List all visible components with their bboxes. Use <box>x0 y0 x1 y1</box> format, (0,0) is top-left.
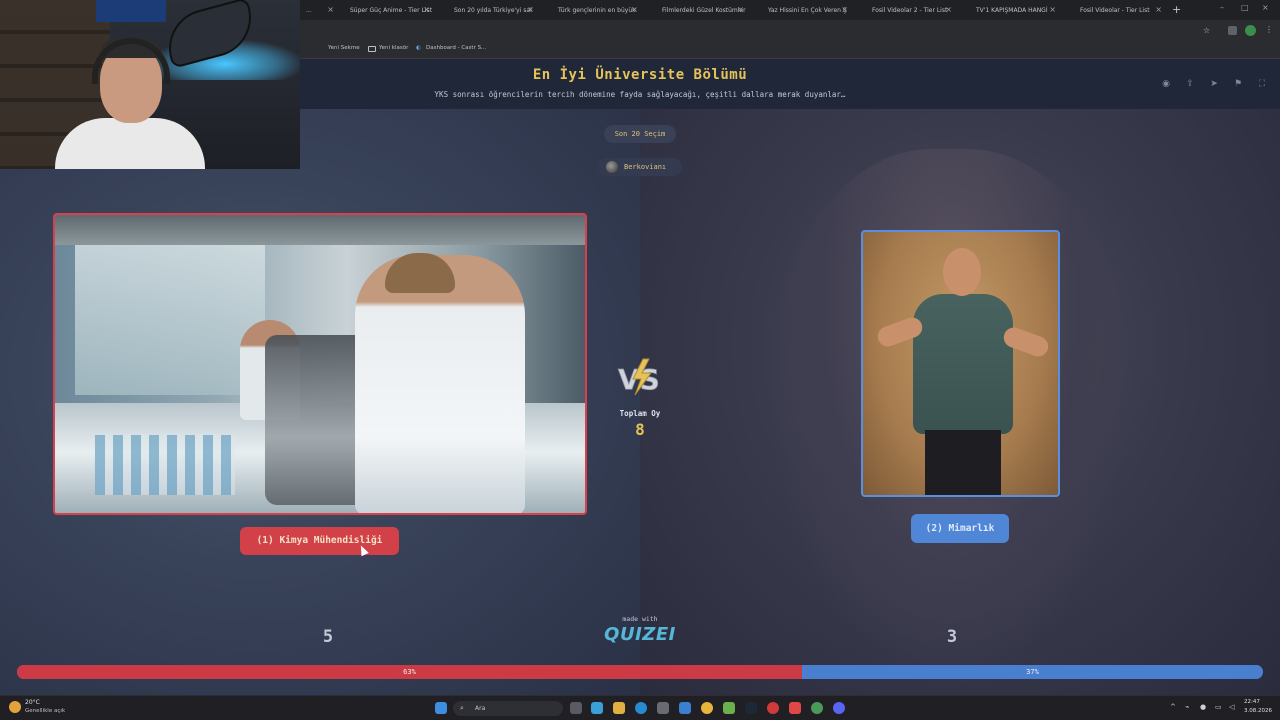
display-icon[interactable]: ▭ <box>1215 703 1222 711</box>
left-vote-count: 5 <box>322 627 334 647</box>
page-title: En İyi Üniversite Bölümü <box>532 67 748 83</box>
close-icon[interactable]: × <box>737 5 744 14</box>
clock-date[interactable]: 3.08.2026 <box>1244 708 1272 714</box>
browser-tab[interactable]: ... × <box>300 0 338 20</box>
left-progress-fill: 63% <box>17 665 802 679</box>
right-progress-fill: 37% <box>802 665 1263 679</box>
task-view-icon[interactable] <box>570 702 582 714</box>
window-close-icon[interactable]: × <box>1262 3 1269 12</box>
close-icon[interactable]: × <box>631 5 638 14</box>
browser-tab[interactable]: Türk gençlerinin en büyük × <box>552 0 642 20</box>
flag-icon[interactable]: ⚑ <box>1230 76 1246 92</box>
bookmark-item[interactable]: Dashboard - Castr S... <box>426 45 486 51</box>
store-icon[interactable] <box>657 702 669 714</box>
browser-tab[interactable]: Filmlerdeki Güzel Kostümler × <box>656 0 748 20</box>
tab-label: Fosil Videolar 2 - Tier List <box>872 6 948 14</box>
close-icon[interactable]: × <box>1049 5 1056 14</box>
close-icon[interactable]: × <box>327 5 334 14</box>
close-icon[interactable]: × <box>945 5 952 14</box>
star-icon[interactable]: ☆ <box>1203 26 1210 35</box>
browser-tab[interactable]: Son 20 yılda Türkiye'yi sal × <box>448 0 538 20</box>
maximize-icon[interactable]: □ <box>1241 3 1249 12</box>
os-taskbar: 20°C Genellikle açık Ara ⌕ ^ ⌁ ● ▭ ◁ 22:… <box>0 695 1280 720</box>
right-option-image[interactable] <box>861 230 1060 497</box>
send-icon[interactable]: ➤ <box>1206 76 1222 92</box>
obs-icon[interactable] <box>767 702 779 714</box>
volume-icon[interactable]: ◁ <box>1229 703 1234 711</box>
tab-label: Fosil Videolar - Tier List <box>1080 6 1150 14</box>
app-icon[interactable] <box>723 702 735 714</box>
new-tab-icon[interactable]: + <box>1172 3 1181 16</box>
discord-icon[interactable] <box>833 702 845 714</box>
tray-chevron-icon[interactable]: ^ <box>1170 703 1176 711</box>
right-vote-count: 3 <box>946 627 958 647</box>
browser-tab[interactable]: TV'1 KAPIŞMADA HANGİ × <box>970 0 1060 20</box>
tab-label: Süper Güç Anime - Tier List <box>350 6 432 14</box>
author-name: Berkovianı <box>624 163 667 171</box>
tab-label: TV'1 KAPIŞMADA HANGİ <box>976 6 1048 14</box>
close-icon[interactable]: × <box>527 5 534 14</box>
avatar <box>606 161 618 173</box>
clock-time[interactable]: 22:47 <box>1244 699 1260 705</box>
round-badge: Son 20 Seçim <box>604 125 676 143</box>
fullscreen-icon[interactable]: ⛶ <box>1254 76 1270 92</box>
close-icon[interactable]: × <box>841 5 848 14</box>
tab-label: Son 20 yılda Türkiye'yi sal <box>454 6 532 14</box>
edge-icon[interactable] <box>635 702 647 714</box>
start-icon[interactable] <box>435 702 447 714</box>
search-placeholder: Ara <box>475 705 486 712</box>
weather-temperature: 20°C <box>25 699 40 706</box>
profile-avatar[interactable] <box>1245 25 1256 36</box>
bookmark-item[interactable]: Yeni klasör <box>379 45 408 51</box>
versus-icon: VS <box>618 358 660 396</box>
brand-logo[interactable]: QUIZEI <box>595 624 685 645</box>
left-percent: 63% <box>403 668 416 676</box>
page-subtitle: YKS sonrası öğrencilerin tercih dönemine… <box>434 90 846 99</box>
menu-icon[interactable]: ⋮ <box>1265 25 1273 34</box>
network-icon[interactable]: ⌁ <box>1185 703 1189 711</box>
bookmark-item[interactable]: Yeni Sekme <box>328 45 360 51</box>
left-option-button[interactable]: (1) Kimya Mühendisliği <box>240 527 399 555</box>
weather-icon[interactable] <box>9 701 21 713</box>
weather-description: Genellikle açık <box>25 708 66 714</box>
bookmark-icon: ◐ <box>416 45 421 51</box>
webcam-overlay <box>0 0 300 169</box>
share-icon[interactable]: ⇪ <box>1182 76 1198 92</box>
search-icon: ⌕ <box>460 704 464 712</box>
widgets-icon[interactable] <box>591 702 603 714</box>
tab-label: Türk gençlerinin en büyük <box>558 6 636 14</box>
eye-icon[interactable]: ◉ <box>1158 76 1174 92</box>
app-icon[interactable] <box>789 702 801 714</box>
taskbar-search[interactable]: Ara <box>453 701 563 716</box>
total-votes-label: Toplam Oy <box>619 409 661 418</box>
mail-icon[interactable] <box>679 702 691 714</box>
steam-icon[interactable] <box>745 702 757 714</box>
left-option-image[interactable] <box>53 213 587 515</box>
mic-icon[interactable]: ● <box>1200 703 1206 711</box>
folder-icon <box>368 46 376 52</box>
right-percent: 37% <box>1026 668 1039 676</box>
tab-label: Yaz Hissini En Çok Veren Ş <box>768 6 847 14</box>
browser-tab[interactable]: Fosil Videolar - Tier List × <box>1074 0 1166 20</box>
total-votes-value: 8 <box>635 420 645 439</box>
close-icon[interactable]: × <box>423 5 430 14</box>
close-icon[interactable]: × <box>1155 5 1162 14</box>
made-with-text: made with <box>622 615 658 623</box>
minimize-icon[interactable]: – <box>1220 3 1224 12</box>
tab-label: ... <box>306 6 312 14</box>
browser-tab[interactable]: Süper Güç Anime - Tier List × <box>344 0 434 20</box>
chrome-icon[interactable] <box>701 702 713 714</box>
browser-tab[interactable]: Yaz Hissini En Çok Veren Ş × <box>762 0 852 20</box>
file-explorer-icon[interactable] <box>613 702 625 714</box>
extension-icon[interactable] <box>1228 26 1237 35</box>
app-icon[interactable] <box>811 702 823 714</box>
right-option-button[interactable]: (2) Mimarlık <box>911 514 1009 543</box>
tab-label: Filmlerdeki Güzel Kostümler <box>662 6 746 14</box>
browser-tab[interactable]: Fosil Videolar 2 - Tier List × <box>866 0 956 20</box>
vote-progress-bar: 63% 37% <box>17 665 1263 679</box>
